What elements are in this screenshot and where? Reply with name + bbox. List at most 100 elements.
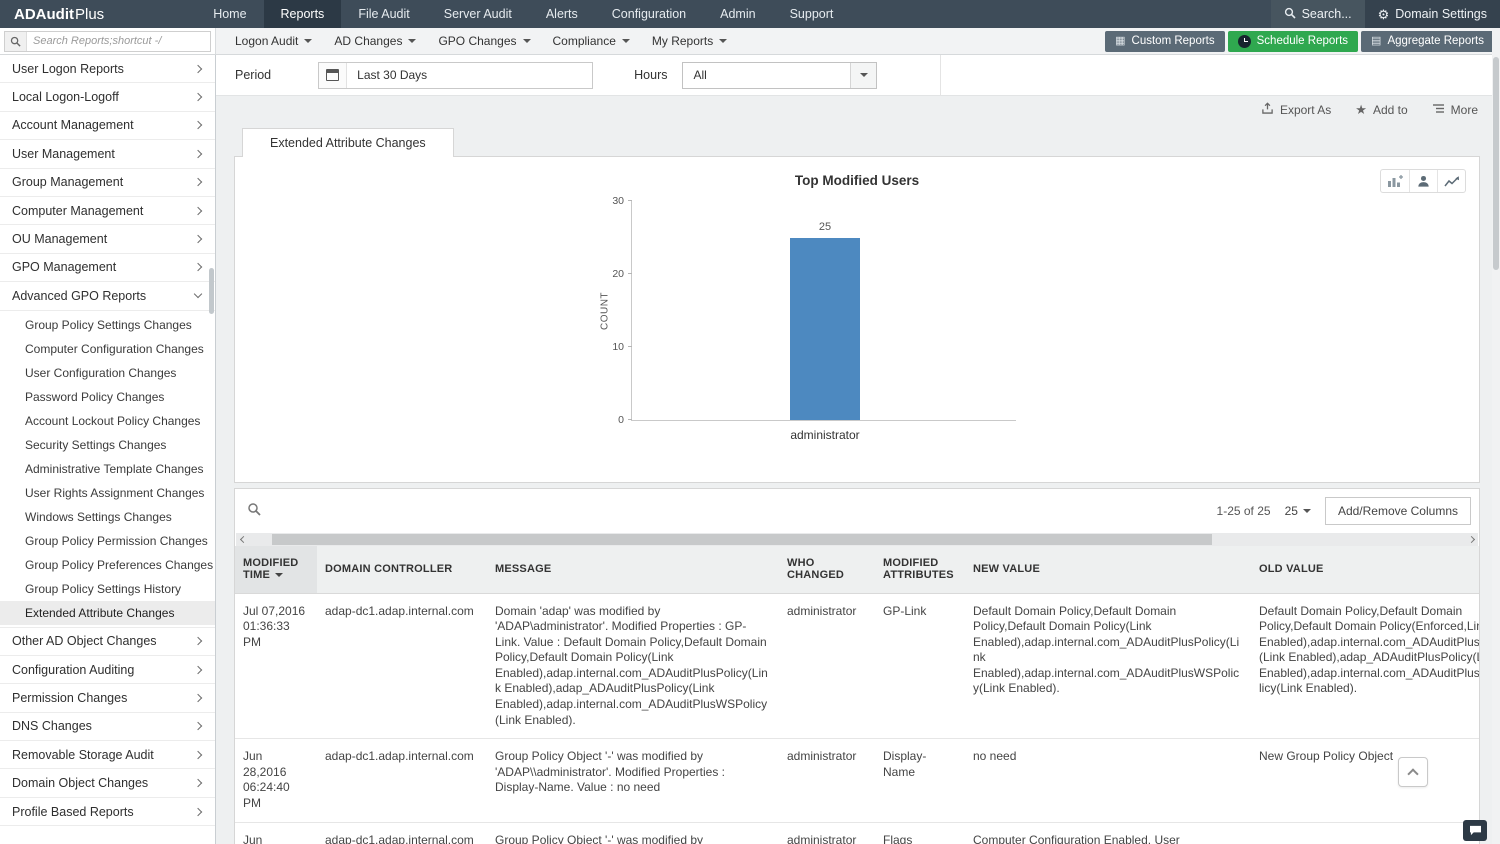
nav-item-reports[interactable]: Reports <box>263 0 342 28</box>
menu-gpo-changes[interactable]: GPO Changes <box>427 28 541 54</box>
cell-modified-attributes: Flags <box>883 832 913 844</box>
menu-logon-audit[interactable]: Logon Audit <box>224 28 323 54</box>
export-as-button[interactable]: Export As <box>1261 102 1331 117</box>
menu-compliance[interactable]: Compliance <box>542 28 641 54</box>
sidebar-subitem-user-rights-assignment-changes[interactable]: User Rights Assignment Changes <box>0 481 215 505</box>
nav-item-support[interactable]: Support <box>773 0 851 28</box>
scroll-to-top-button[interactable] <box>1398 757 1428 787</box>
sidebar-item-gpo-management[interactable]: GPO Management <box>0 254 215 283</box>
sidebar-subitem-group-policy-settings-changes[interactable]: Group Policy Settings Changes <box>0 313 215 337</box>
scroll-right-arrow-icon[interactable] <box>1464 533 1478 546</box>
menu-ad-changes[interactable]: AD Changes <box>323 28 427 54</box>
sidebar-item-advanced-gpo-reports[interactable]: Advanced GPO Reports <box>0 282 215 311</box>
calendar-icon[interactable] <box>319 62 348 88</box>
button-label: Schedule Reports <box>1256 35 1349 47</box>
nav-item-alerts[interactable]: Alerts <box>529 0 595 28</box>
column-header-label: MESSAGE <box>495 563 552 576</box>
search-reports-input[interactable] <box>27 35 210 47</box>
sidebar-item-dns-changes[interactable]: DNS Changes <box>0 713 215 742</box>
sidebar-item-profile-based-reports[interactable]: Profile Based Reports <box>0 798 215 827</box>
tab-extended-attribute-changes[interactable]: Extended Attribute Changes <box>242 128 454 157</box>
column-header-message[interactable]: MESSAGE <box>487 546 779 594</box>
sidebar-subitem-computer-configuration-changes[interactable]: Computer Configuration Changes <box>0 337 215 361</box>
table-row[interactable]: Jun 28,2016 06:24:40 PM adap-dc1.adap.int… <box>235 822 1479 844</box>
sidebar-subitem-group-policy-preferences-changes[interactable]: Group Policy Preferences Changes <box>0 553 215 577</box>
y-tick-label: 30 <box>612 195 624 207</box>
nav-item-file-audit[interactable]: File Audit <box>341 0 426 28</box>
nav-item-server-audit[interactable]: Server Audit <box>427 0 529 28</box>
sidebar-item-label: Other AD Object Changes <box>12 634 157 649</box>
table-row[interactable]: Jun 28,2016 06:24:40 PM adap-dc1.adap.int… <box>235 739 1479 823</box>
horizontal-scrollbar-thumb[interactable] <box>272 534 1212 545</box>
search-icon[interactable] <box>5 31 27 51</box>
app-logo: ADAudit Plus <box>0 0 118 28</box>
sidebar-item-domain-object-changes[interactable]: Domain Object Changes <box>0 769 215 798</box>
bar-administrator[interactable] <box>790 237 860 420</box>
sidebar-subitem-user-configuration-changes[interactable]: User Configuration Changes <box>0 361 215 385</box>
cell-modified-attributes: Display-Name <box>883 749 927 779</box>
schedule-reports-button[interactable]: Schedule Reports <box>1227 30 1359 52</box>
column-header-modified-attributes[interactable]: MODIFIED ATTRIBUTES <box>875 546 965 594</box>
nav-item-configuration[interactable]: Configuration <box>595 0 703 28</box>
bar-chart-icon[interactable] <box>1381 170 1409 192</box>
page-scrollbar[interactable] <box>1492 28 1500 844</box>
table-search-icon[interactable] <box>247 502 261 521</box>
sidebar-subitem-windows-settings-changes[interactable]: Windows Settings Changes <box>0 505 215 529</box>
sidebar-item-permission-changes[interactable]: Permission Changes <box>0 684 215 713</box>
feedback-button[interactable] <box>1463 820 1487 841</box>
column-header-new-value[interactable]: NEW VALUE <box>965 546 1251 594</box>
sidebar-item-label: Local Logon-Logoff <box>12 90 119 105</box>
domain-settings-button[interactable]: ⚙ Domain Settings <box>1364 0 1500 28</box>
column-header-domain-controller[interactable]: DOMAIN CONTROLLER <box>317 546 487 594</box>
add-remove-columns-button[interactable]: Add/Remove Columns <box>1324 497 1471 525</box>
sidebar-subitem-extended-attribute-changes[interactable]: Extended Attribute Changes <box>0 600 215 625</box>
add-to-button[interactable]: ★ Add to <box>1355 103 1407 117</box>
period-picker[interactable]: Last 30 Days <box>318 61 594 89</box>
y-tick-label: 0 <box>618 414 624 426</box>
sidebar-item-group-management[interactable]: Group Management <box>0 169 215 197</box>
aggregate-reports-button[interactable]: ▤ Aggregate Reports <box>1361 30 1494 52</box>
sidebar-subitem-account-lockout-policy-changes[interactable]: Account Lockout Policy Changes <box>0 409 215 433</box>
column-header-old-value[interactable]: OLD VALUE <box>1251 546 1479 594</box>
filter-bar: Period Last 30 Days Hours All <box>216 55 1500 96</box>
column-header-who-changed[interactable]: WHO CHANGED <box>779 546 875 594</box>
sidebar-subitem-administrative-template-changes[interactable]: Administrative Template Changes <box>0 457 215 481</box>
sidebar-item-other-ad-object-changes[interactable]: Other AD Object Changes <box>0 628 215 656</box>
add-to-label: Add to <box>1372 102 1408 117</box>
sidebar-item-removable-storage-audit[interactable]: Removable Storage Audit <box>0 741 215 770</box>
chevron-right-icon <box>193 121 203 130</box>
sidebar-item-configuration-auditing[interactable]: Configuration Auditing <box>0 656 215 685</box>
sidebar-subitem-password-policy-changes[interactable]: Password Policy Changes <box>0 385 215 409</box>
sidebar-item-local-logon-logoff[interactable]: Local Logon-Logoff <box>0 83 215 112</box>
sidebar-item-computer-management[interactable]: Computer Management <box>0 197 215 226</box>
table-row[interactable]: Jul 07,2016 01:36:33 PM adap-dc1.adap.int… <box>235 593 1479 739</box>
sidebar-item-ou-management[interactable]: OU Management <box>0 225 215 254</box>
sidebar-subitem-group-policy-settings-history[interactable]: Group Policy Settings History <box>0 577 215 601</box>
nav-item-home[interactable]: Home <box>196 0 263 28</box>
sidebar-item-account-management[interactable]: Account Management <box>0 112 215 141</box>
user-icon[interactable] <box>1409 170 1437 192</box>
scroll-left-arrow-icon[interactable] <box>236 533 250 546</box>
more-button[interactable]: More <box>1432 103 1478 117</box>
page-scrollbar-thumb[interactable] <box>1493 57 1499 270</box>
column-header-modified-time[interactable]: MODIFIED TIME <box>235 546 317 594</box>
sidebar-item-user-management[interactable]: User Management <box>0 140 215 169</box>
horizontal-scrollbar[interactable] <box>236 533 1478 546</box>
sidebar-subitem-group-policy-permission-changes[interactable]: Group Policy Permission Changes <box>0 529 215 553</box>
global-search-button[interactable]: Search... <box>1270 0 1365 28</box>
hours-select[interactable]: All <box>682 61 878 89</box>
custom-reports-button[interactable]: ▦ Custom Reports <box>1105 30 1225 52</box>
menu-label: AD Changes <box>334 34 403 48</box>
main-content: Period Last 30 Days Hours All Export As … <box>216 55 1500 844</box>
star-icon: ★ <box>1355 102 1367 117</box>
line-chart-icon[interactable] <box>1437 170 1465 192</box>
sidebar-subitem-security-settings-changes[interactable]: Security Settings Changes <box>0 433 215 457</box>
cell-message: Group Policy Object '-' was modified by … <box>495 749 726 795</box>
nav-item-admin[interactable]: Admin <box>703 0 772 28</box>
report-menus: Logon Audit AD Changes GPO Changes Complian… <box>224 28 738 54</box>
page-size-dropdown[interactable]: 25 <box>1285 504 1311 518</box>
menu-my-reports[interactable]: My Reports <box>641 28 738 54</box>
report-search-inner <box>4 30 211 52</box>
sidebar-scrollbar-thumb[interactable] <box>209 268 214 314</box>
sidebar-item-user-logon-reports[interactable]: User Logon Reports <box>0 55 215 84</box>
